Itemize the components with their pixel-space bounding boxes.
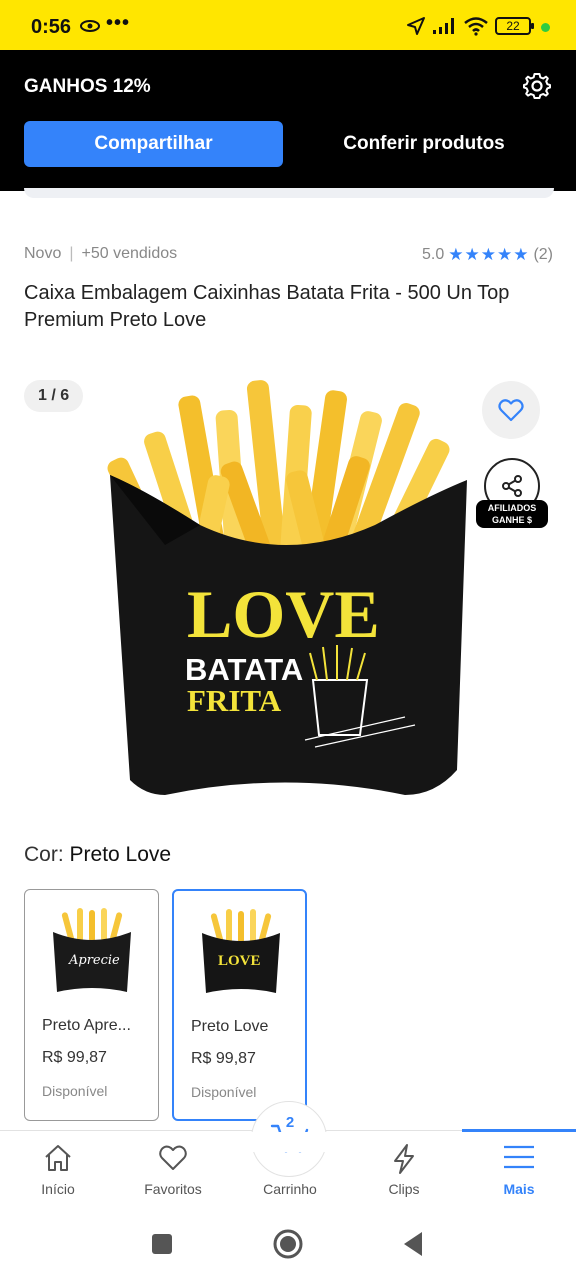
product-meta: Novo | +50 vendidos	[24, 245, 177, 263]
status-time: 0:56	[31, 16, 72, 38]
status-bar: 0:56 ••• 22	[0, 0, 576, 50]
lightning-icon	[394, 1144, 414, 1174]
product-sold-count: +50 vendidos	[81, 245, 178, 262]
variant-status: Disponível	[191, 1084, 257, 1100]
box-love-text: LOVE	[187, 576, 380, 652]
nav-more-label: Mais	[503, 1181, 535, 1197]
thumb-text-aprecie: Aprecie	[68, 953, 120, 968]
meta-separator: |	[69, 245, 74, 262]
battery-icon: 22	[495, 17, 534, 35]
nav-home[interactable]: Início	[8, 1131, 108, 1211]
nav-cart-label: Carrinho	[263, 1181, 317, 1197]
product-title: Caixa Embalagem Caixinhas Batata Frita -…	[24, 282, 510, 331]
gear-icon[interactable]	[522, 71, 552, 101]
affiliate-earnings-title: GANHOS 12%	[24, 76, 151, 97]
share-icon	[502, 475, 522, 497]
check-products-button[interactable]: Conferir produtos	[300, 121, 548, 167]
variant-name: Preto Love	[191, 1018, 269, 1035]
variant-thumbnail: Aprecie	[53, 908, 131, 992]
affiliate-earn-label: AFILIADOS GANHE $	[476, 500, 548, 528]
variant-status: Disponível	[42, 1083, 108, 1099]
bottom-navigation: Início Favoritos 2 Carrinho Clips Mais	[0, 1101, 576, 1211]
product-rating[interactable]: 5.0 ★★★★★ (2)	[422, 245, 553, 265]
thumb-text-love: LOVE	[218, 953, 261, 969]
color-variant-card[interactable]: Aprecie Preto Apre... R$ 99,87 Disponíve…	[24, 889, 159, 1121]
home-icon	[45, 1145, 71, 1171]
favorite-button[interactable]	[482, 381, 540, 439]
heart-icon	[498, 399, 524, 422]
selected-color: Preto Love	[69, 843, 172, 866]
menu-icon	[504, 1145, 534, 1169]
nav-cart[interactable]: Carrinho	[240, 1131, 340, 1211]
back-icon[interactable]	[402, 1231, 424, 1257]
affiliate-bar: GANHOS 12% Compartilhar Conferir produto…	[0, 50, 576, 191]
status-dot	[541, 23, 550, 32]
share-button[interactable]: Compartilhar	[24, 121, 283, 167]
rating-stars-icon: ★★★★★	[448, 245, 530, 264]
heart-icon	[159, 1145, 187, 1170]
variant-name: Preto Apre...	[42, 1017, 131, 1034]
recent-apps-icon[interactable]	[151, 1233, 173, 1255]
color-selector-label: Cor: Preto Love	[24, 843, 171, 867]
battery-level: 22	[506, 19, 520, 33]
nav-favorites[interactable]: Favoritos	[123, 1131, 223, 1211]
location-arrow-icon	[407, 17, 425, 35]
color-variant-card-selected[interactable]: LOVE Preto Love R$ 99,87 Disponível	[172, 889, 307, 1121]
variant-price: R$ 99,87	[191, 1050, 256, 1067]
box-batata-text: BATATA	[185, 652, 303, 687]
nav-favorites-label: Favoritos	[144, 1181, 202, 1197]
rating-value: 5.0	[421, 246, 445, 263]
home-circle-icon[interactable]	[272, 1228, 304, 1260]
variant-thumbnail: LOVE	[202, 909, 280, 993]
nav-clips-label: Clips	[388, 1181, 420, 1197]
system-navigation	[0, 1210, 576, 1280]
box-frita-text: FRITA	[187, 683, 282, 718]
signal-icon	[433, 18, 454, 34]
card-edge	[24, 188, 554, 198]
image-counter: 1 / 6	[24, 380, 84, 412]
product-condition: Novo	[24, 245, 62, 262]
product-image[interactable]: LOVE BATATA FRITA	[105, 375, 470, 800]
nav-clips[interactable]: Clips	[354, 1131, 454, 1211]
wifi-icon	[464, 17, 488, 36]
nav-more[interactable]: Mais	[469, 1131, 569, 1211]
variant-price: R$ 99,87	[42, 1049, 107, 1066]
rating-count: (2)	[533, 246, 553, 263]
color-label: Cor:	[24, 843, 64, 866]
eye-icon	[80, 20, 100, 32]
status-more-dots: •••	[106, 12, 131, 34]
nav-home-label: Início	[41, 1181, 75, 1197]
